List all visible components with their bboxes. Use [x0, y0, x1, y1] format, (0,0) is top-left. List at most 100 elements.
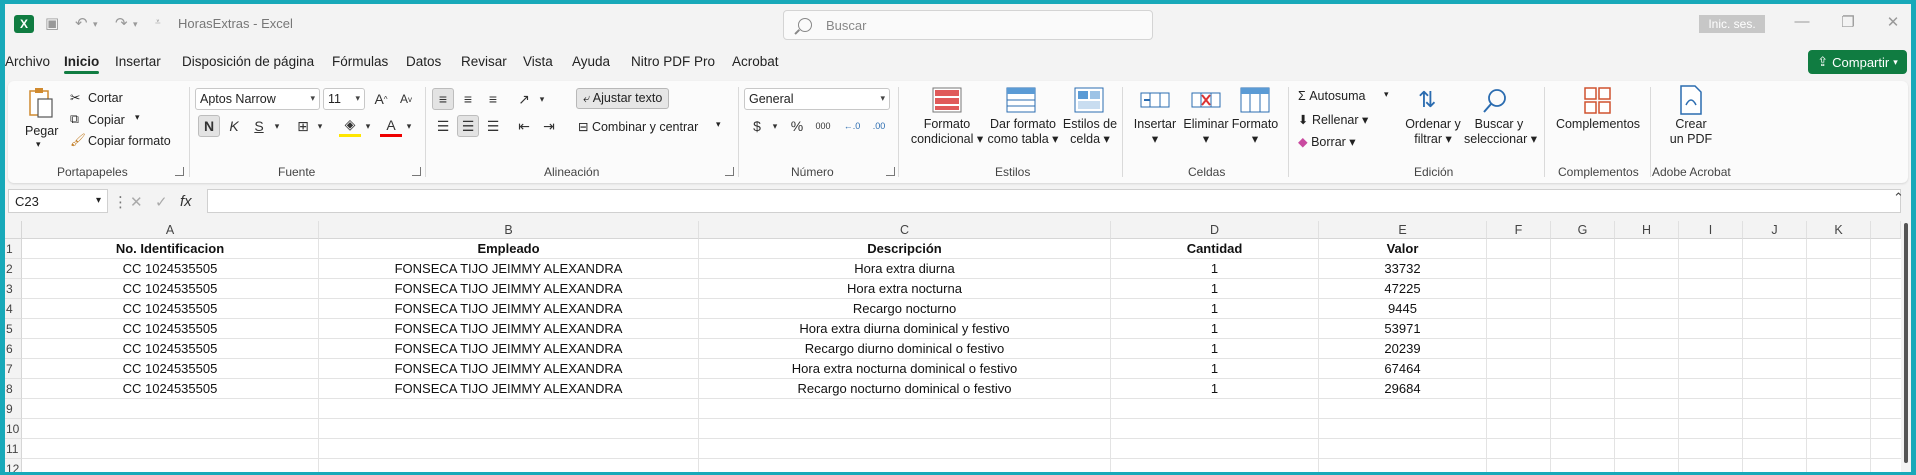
copy-dropdown-icon[interactable]: ▾ — [135, 112, 140, 123]
format-cells-icon[interactable] — [1240, 87, 1270, 113]
cell-k10[interactable] — [1807, 419, 1871, 439]
cell-b10[interactable] — [319, 419, 699, 439]
cell-a7[interactable]: CC 1024535505 — [22, 359, 319, 379]
cell-a12[interactable] — [22, 459, 319, 472]
cell-k6[interactable] — [1807, 339, 1871, 359]
cell-g7[interactable] — [1551, 359, 1615, 379]
cell-b1[interactable]: Empleado — [319, 239, 699, 259]
cell-a9[interactable] — [22, 399, 319, 419]
merge-center-button[interactable]: ⊟ Combinar y centrar — [578, 119, 698, 134]
cell-c6[interactable]: Recargo diurno dominical o festivo — [699, 339, 1111, 359]
align-bottom-icon[interactable]: ≡ — [482, 88, 504, 110]
row-header[interactable]: 6 — [5, 339, 22, 359]
find-select-button[interactable]: Buscar y seleccionar ▾ — [1464, 117, 1537, 147]
cell-a3[interactable]: CC 1024535505 — [22, 279, 319, 299]
cell-g9[interactable] — [1551, 399, 1615, 419]
cell-k3[interactable] — [1807, 279, 1871, 299]
font-launcher-icon[interactable] — [412, 167, 421, 176]
row-header[interactable]: 9 — [5, 399, 22, 419]
cell-j4[interactable] — [1743, 299, 1807, 319]
cell-h12[interactable] — [1615, 459, 1679, 472]
cell-e5[interactable]: 53971 — [1319, 319, 1487, 339]
cell-styles-button[interactable]: Estilos de celda ▾ — [1062, 117, 1118, 147]
cell-e7[interactable]: 67464 — [1319, 359, 1487, 379]
cell-f1[interactable] — [1487, 239, 1551, 259]
insert-function-icon[interactable]: fx — [180, 193, 192, 210]
cell-i5[interactable] — [1679, 319, 1743, 339]
cell-b6[interactable]: FONSECA TIJO JEIMMY ALEXANDRA — [319, 339, 699, 359]
column-header-g[interactable]: G — [1551, 221, 1615, 239]
cell-k7[interactable] — [1807, 359, 1871, 379]
fill-button[interactable]: ⬇ Rellenar ▾ — [1298, 112, 1368, 127]
cell-h6[interactable] — [1615, 339, 1679, 359]
cell-a8[interactable]: CC 1024535505 — [22, 379, 319, 399]
cell-k4[interactable] — [1807, 299, 1871, 319]
format-painter-button[interactable]: Copiar formato — [88, 134, 171, 148]
cell-f11[interactable] — [1487, 439, 1551, 459]
font-size-select[interactable]: 11 ▾ — [323, 88, 365, 110]
cell-b2[interactable]: FONSECA TIJO JEIMMY ALEXANDRA — [319, 259, 699, 279]
spreadsheet-grid[interactable]: ABCDEFGHIJK 1 2 3 4 5 6 7 8 9 10 11 12 No. Identifi… — [5, 221, 1911, 472]
row-header[interactable]: 10 — [5, 419, 22, 439]
formula-input[interactable] — [207, 189, 1901, 213]
cell-d9[interactable] — [1111, 399, 1319, 419]
column-header-i[interactable]: I — [1679, 221, 1743, 239]
cell-a5[interactable]: CC 1024535505 — [22, 319, 319, 339]
cell-i9[interactable] — [1679, 399, 1743, 419]
cell-f6[interactable] — [1487, 339, 1551, 359]
cell-f8[interactable] — [1487, 379, 1551, 399]
cell-a10[interactable] — [22, 419, 319, 439]
format-as-table-icon[interactable] — [1006, 87, 1036, 113]
cell-k12[interactable] — [1807, 459, 1871, 472]
cell-e10[interactable] — [1319, 419, 1487, 439]
paste-dropdown-icon[interactable]: ▾ — [36, 139, 41, 150]
cell-c8[interactable]: Recargo nocturno dominical o festivo — [699, 379, 1111, 399]
cell-i11[interactable] — [1679, 439, 1743, 459]
number-format-select[interactable]: General ▾ — [744, 88, 890, 110]
increase-indent-icon[interactable]: ⇥ — [538, 115, 560, 137]
cell-j8[interactable] — [1743, 379, 1807, 399]
clear-button[interactable]: ◆ Borrar ▾ — [1298, 134, 1356, 149]
currency-dropdown-icon[interactable]: ▾ — [764, 115, 786, 137]
merge-dropdown-icon[interactable]: ▾ — [716, 119, 721, 130]
redo-icon[interactable]: ↷ — [115, 14, 128, 32]
row-header[interactable]: 5 — [5, 319, 22, 339]
restore-icon[interactable]: ❐ — [1838, 13, 1858, 31]
cell-e11[interactable] — [1319, 439, 1487, 459]
cell-i10[interactable] — [1679, 419, 1743, 439]
cell-k5[interactable] — [1807, 319, 1871, 339]
tab-acrobat[interactable]: Acrobat — [732, 54, 779, 69]
search-box[interactable]: Buscar — [783, 10, 1153, 40]
delete-cells-button[interactable]: Eliminar ▾ — [1181, 117, 1231, 147]
font-color-dropdown-icon[interactable]: ▾ — [398, 115, 420, 137]
cell-c5[interactable]: Hora extra diurna dominical y festivo — [699, 319, 1111, 339]
cell-f3[interactable] — [1487, 279, 1551, 299]
cell-g3[interactable] — [1551, 279, 1615, 299]
tab-nitro[interactable]: Nitro PDF Pro — [631, 54, 715, 69]
cell-b4[interactable]: FONSECA TIJO JEIMMY ALEXANDRA — [319, 299, 699, 319]
insert-cells-icon[interactable] — [1140, 87, 1170, 113]
cell-b8[interactable]: FONSECA TIJO JEIMMY ALEXANDRA — [319, 379, 699, 399]
tab-ayuda[interactable]: Ayuda — [572, 54, 610, 69]
number-launcher-icon[interactable] — [886, 167, 895, 176]
tab-inicio[interactable]: Inicio — [64, 54, 100, 74]
column-header-a[interactable]: A — [22, 221, 319, 239]
font-name-select[interactable]: Aptos Narrow ▾ — [195, 88, 320, 110]
delete-cells-icon[interactable] — [1191, 87, 1221, 113]
align-center-icon[interactable]: ☰ — [457, 115, 479, 137]
cell-e3[interactable]: 47225 — [1319, 279, 1487, 299]
row-header[interactable]: 4 — [5, 299, 22, 319]
conditional-format-button[interactable]: Formato condicional ▾ — [910, 117, 984, 147]
cell-a4[interactable]: CC 1024535505 — [22, 299, 319, 319]
tab-datos[interactable]: Datos — [406, 54, 441, 69]
cell-k2[interactable] — [1807, 259, 1871, 279]
cell-g8[interactable] — [1551, 379, 1615, 399]
cell-e12[interactable] — [1319, 459, 1487, 472]
cell-g11[interactable] — [1551, 439, 1615, 459]
format-cells-button[interactable]: Formato ▾ — [1230, 117, 1280, 147]
minimize-icon[interactable]: — — [1792, 13, 1812, 30]
share-button[interactable]: ⇪ Compartir ▾ — [1808, 50, 1907, 74]
cell-f7[interactable] — [1487, 359, 1551, 379]
customize-toolbar-icon[interactable]: ⩡ — [155, 17, 161, 28]
cell-a1[interactable]: No. Identificacion — [22, 239, 319, 259]
